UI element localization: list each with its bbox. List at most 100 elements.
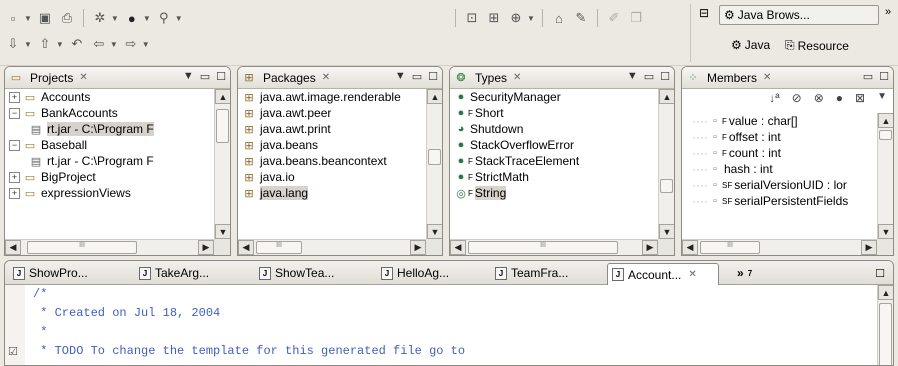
close-icon[interactable]: ✕: [79, 72, 87, 83]
expand-icon[interactable]: +: [9, 91, 20, 103]
tree-item[interactable]: + ▭ expressionViews: [5, 185, 214, 201]
scroll-thumb[interactable]: [428, 149, 441, 165]
pen-icon[interactable]: ✎: [572, 9, 590, 27]
debug-icon[interactable]: ✲: [91, 9, 109, 27]
editor-tab[interactable]: J TakeArg...: [135, 263, 213, 283]
last-edit-icon[interactable]: ↶: [68, 35, 86, 53]
hide-static-icon[interactable]: ⊗: [814, 91, 824, 105]
list-item[interactable]: ◎ F String: [454, 185, 658, 201]
list-item[interactable]: ◕ Shutdown: [454, 121, 658, 137]
scroll-thumb[interactable]: [216, 109, 229, 143]
editor-tab[interactable]: J TeamFra...: [491, 263, 572, 283]
new-wizard-icon[interactable]: ▫: [4, 9, 22, 27]
list-item[interactable]: ⊞ java.awt.peer: [242, 105, 426, 121]
editor-tab[interactable]: J ShowTea...: [255, 263, 338, 283]
open-perspective-button[interactable]: ⊟: [699, 6, 709, 20]
expand-icon[interactable]: +: [9, 171, 20, 183]
previous-annotation-icon[interactable]: ⇧: [36, 35, 54, 53]
list-item[interactable]: ⊞ java.lang: [242, 185, 426, 201]
search-dropdown-arrow-icon[interactable]: ▼: [175, 14, 183, 23]
back-dropdown-icon[interactable]: ▼: [110, 40, 118, 49]
scroll-left-icon[interactable]: ◀: [682, 240, 698, 255]
run-icon[interactable]: ●: [123, 9, 141, 27]
hide-fields-icon[interactable]: ⊘: [792, 91, 802, 105]
projects-tab[interactable]: ▭ Projects ✕: [9, 71, 88, 85]
list-item[interactable]: ⊞ java.beans.beancontext: [242, 153, 426, 169]
minimize-icon[interactable]: ▭: [863, 70, 873, 83]
expand-icon[interactable]: +: [9, 187, 20, 199]
editor-tab[interactable]: J HelloAg...: [377, 263, 453, 283]
new-class-icon[interactable]: ⊕: [507, 9, 525, 27]
vertical-scrollbar[interactable]: ▲ ▼: [877, 113, 893, 239]
forward-dropdown-icon[interactable]: ▼: [142, 40, 150, 49]
view-menu-icon[interactable]: ▼: [395, 70, 406, 83]
members-tab[interactable]: ⁘ Members ✕: [686, 71, 771, 85]
new-dropdown-arrow-icon[interactable]: ▼: [24, 14, 32, 23]
horizontal-scrollbar[interactable]: ◀ III ▶: [450, 239, 658, 255]
close-icon[interactable]: ✕: [513, 72, 521, 83]
scroll-down-icon[interactable]: ▼: [659, 224, 674, 239]
hide-nonpublic-icon[interactable]: ●: [836, 91, 843, 105]
scroll-thumb[interactable]: III: [700, 241, 760, 254]
list-item[interactable]: ⊞ java.awt.print: [242, 121, 426, 137]
minimize-icon[interactable]: ▭: [200, 70, 210, 83]
next-annotation-icon[interactable]: ⇩: [4, 35, 22, 53]
scroll-up-icon[interactable]: ▲: [215, 89, 230, 104]
scroll-thumb[interactable]: [879, 303, 892, 365]
tree-item[interactable]: ▤ rt.jar - C:\Program F: [5, 121, 214, 137]
tree-item[interactable]: + ▭ BigProject: [5, 169, 214, 185]
tree-item[interactable]: ▤ rt.jar - C:\Program F: [5, 153, 214, 169]
list-item[interactable]: ···· ▫ Fcount : int: [692, 145, 877, 161]
forward-icon[interactable]: ⇨: [122, 35, 140, 53]
open-folder-icon[interactable]: ⌂: [550, 9, 568, 27]
perspective-resource[interactable]: ⎘ Resource: [785, 38, 849, 53]
scroll-thumb[interactable]: [660, 179, 673, 193]
scroll-right-icon[interactable]: ▶: [198, 240, 214, 255]
list-item[interactable]: ···· ▫ Foffset : int: [692, 129, 877, 145]
view-menu-icon[interactable]: ▼: [877, 91, 887, 105]
print-icon[interactable]: ⎙: [58, 9, 76, 27]
view-menu-icon[interactable]: ▼: [183, 70, 194, 83]
scroll-left-icon[interactable]: ◀: [238, 240, 254, 255]
scroll-thumb[interactable]: [879, 130, 892, 140]
scroll-down-icon[interactable]: ▼: [215, 224, 230, 239]
horizontal-scrollbar[interactable]: ◀ III ▶: [238, 239, 426, 255]
list-item[interactable]: ● F Short: [454, 105, 658, 121]
scroll-up-icon[interactable]: ▲: [878, 285, 893, 300]
list-item[interactable]: ● SecurityManager: [454, 89, 658, 105]
perspective-more-button[interactable]: »: [885, 6, 891, 18]
collapse-icon[interactable]: −: [9, 139, 20, 151]
list-item[interactable]: ⊞ java.beans: [242, 137, 426, 153]
editor-vertical-scrollbar[interactable]: ▲: [877, 285, 893, 365]
next-annotation-dropdown-icon[interactable]: ▼: [24, 40, 32, 49]
scroll-thumb[interactable]: III: [256, 241, 302, 254]
scroll-up-icon[interactable]: ▲: [427, 89, 442, 104]
editor-tab[interactable]: J ShowPro...: [9, 263, 92, 283]
list-item[interactable]: ● F StrictMath: [454, 169, 658, 185]
editor-tab-active[interactable]: J Account... ✕: [607, 263, 719, 285]
previous-annotation-dropdown-icon[interactable]: ▼: [56, 40, 64, 49]
list-item[interactable]: ● StackOverflowError: [454, 137, 658, 153]
close-icon[interactable]: ✕: [322, 72, 330, 83]
save-icon[interactable]: ▣: [36, 9, 54, 27]
scroll-right-icon[interactable]: ▶: [642, 240, 658, 255]
list-item[interactable]: ···· ▫ SF serialVersionUID : lor: [692, 177, 877, 193]
maximize-icon[interactable]: ☐: [428, 70, 438, 83]
close-icon[interactable]: ✕: [763, 72, 771, 83]
maximize-icon[interactable]: ☐: [216, 70, 226, 83]
back-icon[interactable]: ⇦: [90, 35, 108, 53]
tree-item[interactable]: − ▭ BankAccounts: [5, 105, 214, 121]
maximize-icon[interactable]: ☐: [871, 263, 889, 283]
maximize-icon[interactable]: ☐: [879, 70, 889, 83]
perspective-java[interactable]: ⚙ Java: [731, 38, 770, 52]
close-icon[interactable]: ✕: [688, 269, 696, 280]
minimize-icon[interactable]: ▭: [412, 70, 422, 83]
horizontal-scrollbar[interactable]: ◀ III ▶: [682, 239, 877, 255]
scroll-thumb[interactable]: III: [27, 241, 137, 254]
scroll-down-icon[interactable]: ▼: [878, 224, 893, 239]
minimize-icon[interactable]: ▭: [644, 70, 654, 83]
scroll-down-icon[interactable]: ▼: [427, 224, 442, 239]
vertical-scrollbar[interactable]: ▲ ▼: [426, 89, 442, 239]
hide-local-types-icon[interactable]: ⊠: [855, 91, 865, 105]
types-tab[interactable]: ❂ Types ✕: [454, 71, 521, 85]
